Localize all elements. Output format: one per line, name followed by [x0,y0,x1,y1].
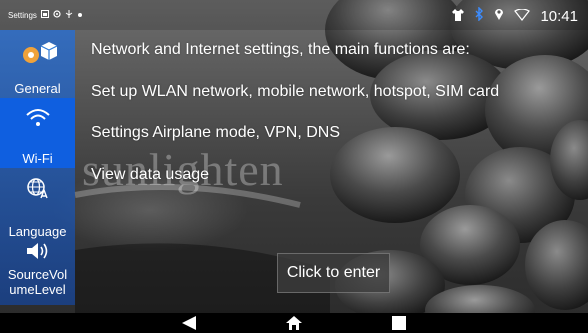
general-icon [17,40,59,71]
sidebar-item-source-volume-level[interactable]: SourceVol umeLevel [0,240,75,304]
back-icon[interactable] [180,315,198,333]
click-to-enter-button[interactable]: Click to enter [277,253,390,293]
navigation-bar [0,313,588,333]
globe-language-icon [26,177,50,204]
recents-icon[interactable] [390,315,408,333]
status-time: 10:41 [540,8,578,25]
dot-icon [77,11,83,20]
status-right: 10:41 [451,6,578,26]
sidebar-item-label: SourceVol umeLevel [7,267,68,297]
usb-icon [65,10,73,20]
bluetooth-icon [475,6,484,26]
sidebar-item-label: Wi-Fi [22,151,53,166]
status-app-label: Settings [8,10,37,20]
sidebar-item-general[interactable]: General [0,38,75,96]
wifi-icon [24,106,52,133]
status-left: Settings [8,10,83,20]
description-line-3: Settings Airplane mode, VPN, DNS [91,124,341,141]
sidebar-item-language[interactable]: Language [0,173,75,239]
settings-screen: Settings 10:41 General Wi-Fi Language So… [0,0,588,333]
sidebar-item-label: Language [8,224,67,239]
sidebar: General Wi-Fi Language SourceVol umeLeve… [0,30,75,305]
location-icon [494,7,504,26]
status-bar: Settings 10:41 [0,0,588,30]
sync-icon [53,10,61,20]
tshirt-icon [451,8,465,26]
home-icon[interactable] [285,315,303,333]
description-line-1: Network and Internet settings, the main … [91,41,470,58]
volume-icon [25,242,51,265]
description-line-2: Set up WLAN network, mobile network, hot… [91,83,500,100]
wifi-signal-icon [514,7,531,26]
sidebar-item-wifi[interactable]: Wi-Fi [0,98,75,168]
description-line-4: View data usage [91,166,210,183]
sidebar-item-label: General [14,81,61,96]
image-icon [40,10,49,20]
